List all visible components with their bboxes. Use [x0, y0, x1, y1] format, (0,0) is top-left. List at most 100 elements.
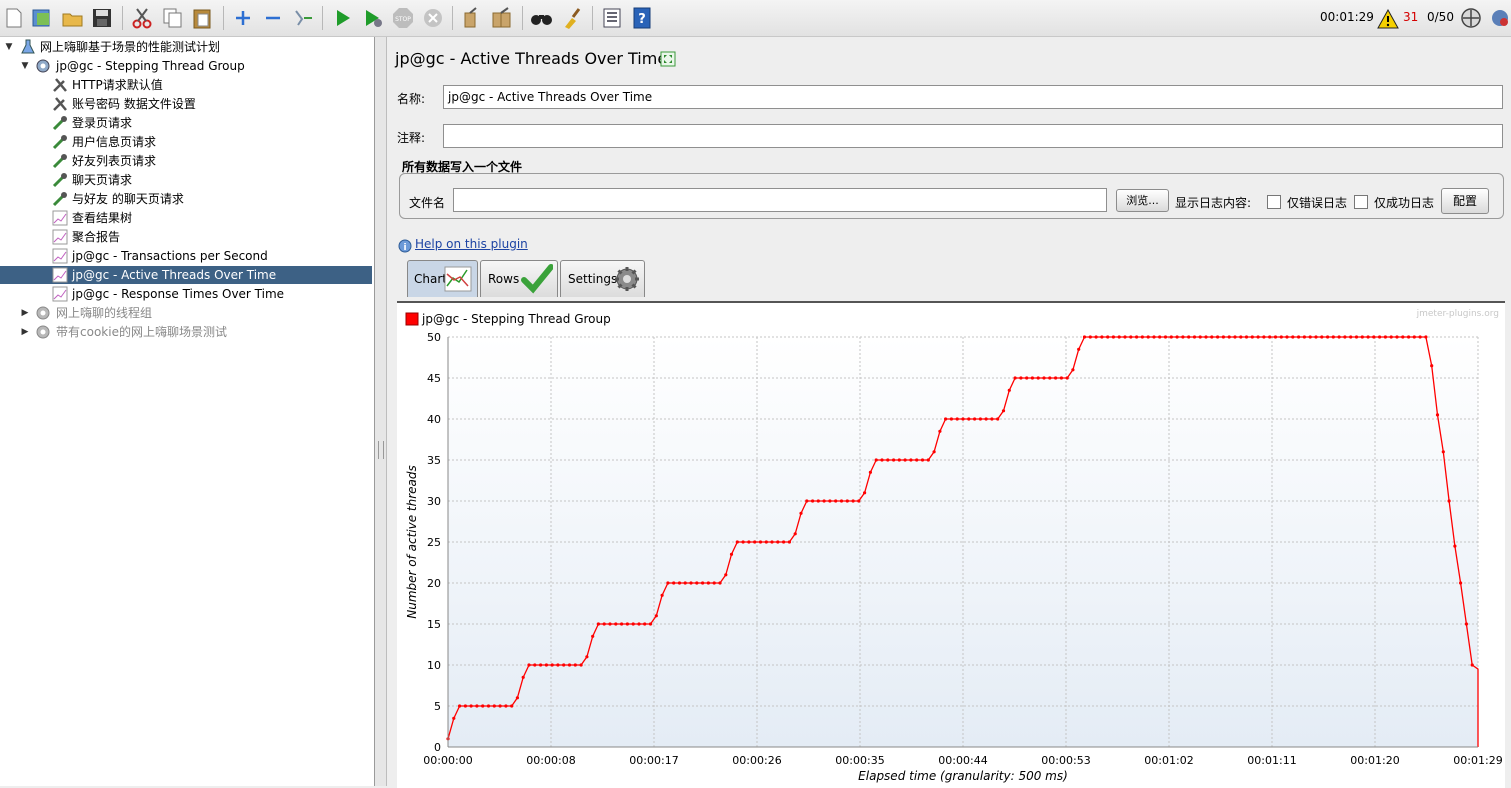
data-point — [573, 663, 577, 667]
reset-search-icon[interactable] — [560, 6, 584, 30]
data-point — [1430, 364, 1434, 368]
x-tick-label: 00:00:44 — [938, 754, 987, 767]
data-point — [1233, 335, 1237, 339]
tree-node-friend-list-request[interactable]: 好友列表页请求 — [0, 152, 372, 170]
browse-button[interactable]: 浏览... — [1116, 189, 1169, 212]
tree-label: 账号密码 数据文件设置 — [72, 97, 196, 111]
data-point — [718, 581, 722, 585]
tree-label: 查看结果树 — [72, 211, 133, 225]
data-point — [1407, 335, 1411, 339]
expand-all-icon[interactable] — [231, 6, 255, 30]
graph-icon — [52, 267, 68, 283]
test-plan-tree: ▼ 网上嗨聊基于场景的性能测试计划 ▼ jp@gc - Stepping Thr… — [0, 37, 375, 786]
tab-chart[interactable]: Chart — [407, 260, 478, 297]
expand-arrow-icon[interactable]: ▶ — [19, 304, 31, 322]
paste-icon[interactable] — [191, 6, 215, 30]
errors-only-checkbox[interactable] — [1267, 195, 1281, 209]
tree-label: 用户信息页请求 — [72, 135, 157, 149]
templates-icon[interactable] — [30, 6, 54, 30]
comment-field[interactable] — [443, 124, 1503, 148]
new-icon[interactable] — [2, 6, 26, 30]
x-tick-label: 00:00:53 — [1041, 754, 1090, 767]
split-pane-divider[interactable] — [375, 37, 387, 786]
save-icon[interactable] — [90, 6, 114, 30]
data-point — [1163, 335, 1168, 339]
data-point — [1470, 663, 1474, 667]
maximize-icon[interactable] — [660, 51, 676, 67]
tree-node-results-tree[interactable]: 查看结果树 — [0, 209, 372, 227]
tree-node-transactions-per-second[interactable]: jp@gc - Transactions per Second — [0, 247, 372, 265]
x-tick-label: 00:01:29 — [1453, 754, 1502, 767]
tree-node-friend-chat-request[interactable]: 与好友 的聊天页请求 — [0, 190, 372, 208]
search-icon[interactable] — [530, 6, 554, 30]
help-link[interactable]: Help on this plugin — [415, 237, 528, 251]
data-point — [1175, 335, 1179, 339]
data-point — [1464, 622, 1468, 626]
data-point — [1326, 335, 1330, 339]
data-point — [1140, 335, 1144, 339]
tree-node-csv-config[interactable]: 账号密码 数据文件设置 — [0, 95, 372, 113]
clear-all-icon[interactable] — [490, 6, 514, 30]
tree-node-chat-request[interactable]: 聊天页请求 — [0, 171, 372, 189]
pipette-icon — [52, 154, 67, 169]
toggle-icon[interactable] — [291, 6, 315, 30]
tree-label: 网上嗨聊的线程组 — [56, 306, 153, 320]
wrench-icon — [53, 78, 67, 92]
stop-icon[interactable]: STOP — [391, 6, 415, 30]
data-point — [886, 458, 890, 462]
tree-node-response-times-over-time[interactable]: jp@gc - Response Times Over Time — [0, 285, 372, 303]
shutdown-icon[interactable] — [421, 6, 445, 30]
data-point — [897, 458, 901, 462]
data-point — [857, 499, 861, 503]
configure-button[interactable]: 配置 — [1441, 188, 1489, 214]
data-point — [1106, 335, 1110, 339]
function-helper-icon[interactable] — [600, 6, 624, 30]
data-point — [811, 499, 815, 503]
data-point — [648, 622, 653, 626]
cut-icon[interactable] — [130, 6, 154, 30]
data-point — [527, 663, 531, 667]
start-no-pauses-icon[interactable] — [361, 6, 385, 30]
pipette-icon — [52, 173, 67, 188]
collapse-all-icon[interactable] — [261, 6, 285, 30]
name-field[interactable]: jp@gc - Active Threads Over Time — [443, 85, 1503, 109]
tree-node-user-info-request[interactable]: 用户信息页请求 — [0, 133, 372, 151]
data-point — [1441, 450, 1445, 454]
tree-node-login-request[interactable]: 登录页请求 — [0, 114, 372, 132]
data-point — [660, 593, 664, 597]
y-tick-label: 5 — [434, 700, 441, 713]
copy-icon[interactable] — [161, 6, 185, 30]
graph-icon — [52, 210, 68, 226]
tab-settings[interactable]: Settings — [560, 260, 645, 297]
tree-label: 带有cookie的网上嗨聊场景测试 — [56, 325, 227, 339]
expand-arrow-icon[interactable]: ▶ — [19, 323, 31, 341]
collapse-arrow-icon[interactable]: ▼ — [19, 57, 31, 75]
data-point — [967, 417, 971, 421]
tree-node-thread-group-2[interactable]: ▶ 网上嗨聊的线程组 — [0, 304, 372, 322]
open-icon[interactable] — [61, 6, 85, 30]
tree-node-active-threads-over-time[interactable]: jp@gc - Active Threads Over Time — [0, 266, 372, 284]
tree-node-thread-group-3[interactable]: ▶ 带有cookie的网上嗨聊场景测试 — [0, 323, 372, 341]
data-point — [492, 704, 496, 708]
tab-rows[interactable]: Rows — [480, 260, 558, 297]
data-point — [1418, 335, 1422, 339]
warning-icon[interactable] — [1377, 8, 1399, 30]
tree-node-http-defaults[interactable]: HTTP请求默认值 — [0, 76, 372, 94]
collapse-arrow-icon[interactable]: ▼ — [3, 38, 15, 56]
data-point — [498, 704, 502, 708]
tree-node-thread-group[interactable]: ▼ jp@gc - Stepping Thread Group — [0, 57, 372, 75]
success-only-checkbox[interactable] — [1354, 195, 1368, 209]
data-point — [955, 417, 959, 421]
data-point — [1383, 335, 1387, 339]
data-point — [475, 704, 479, 708]
tree-node-aggregate-report[interactable]: 聚合报告 — [0, 228, 372, 246]
data-point — [845, 499, 849, 503]
tree-node-test-plan[interactable]: ▼ 网上嗨聊基于场景的性能测试计划 — [0, 38, 372, 56]
filename-field[interactable] — [453, 188, 1107, 212]
start-icon[interactable] — [331, 6, 355, 30]
data-point — [458, 704, 462, 708]
help-icon[interactable]: ? — [630, 6, 654, 30]
clear-icon[interactable] — [460, 6, 484, 30]
graph-icon — [52, 229, 68, 245]
remote-status-icon[interactable] — [1459, 6, 1483, 30]
